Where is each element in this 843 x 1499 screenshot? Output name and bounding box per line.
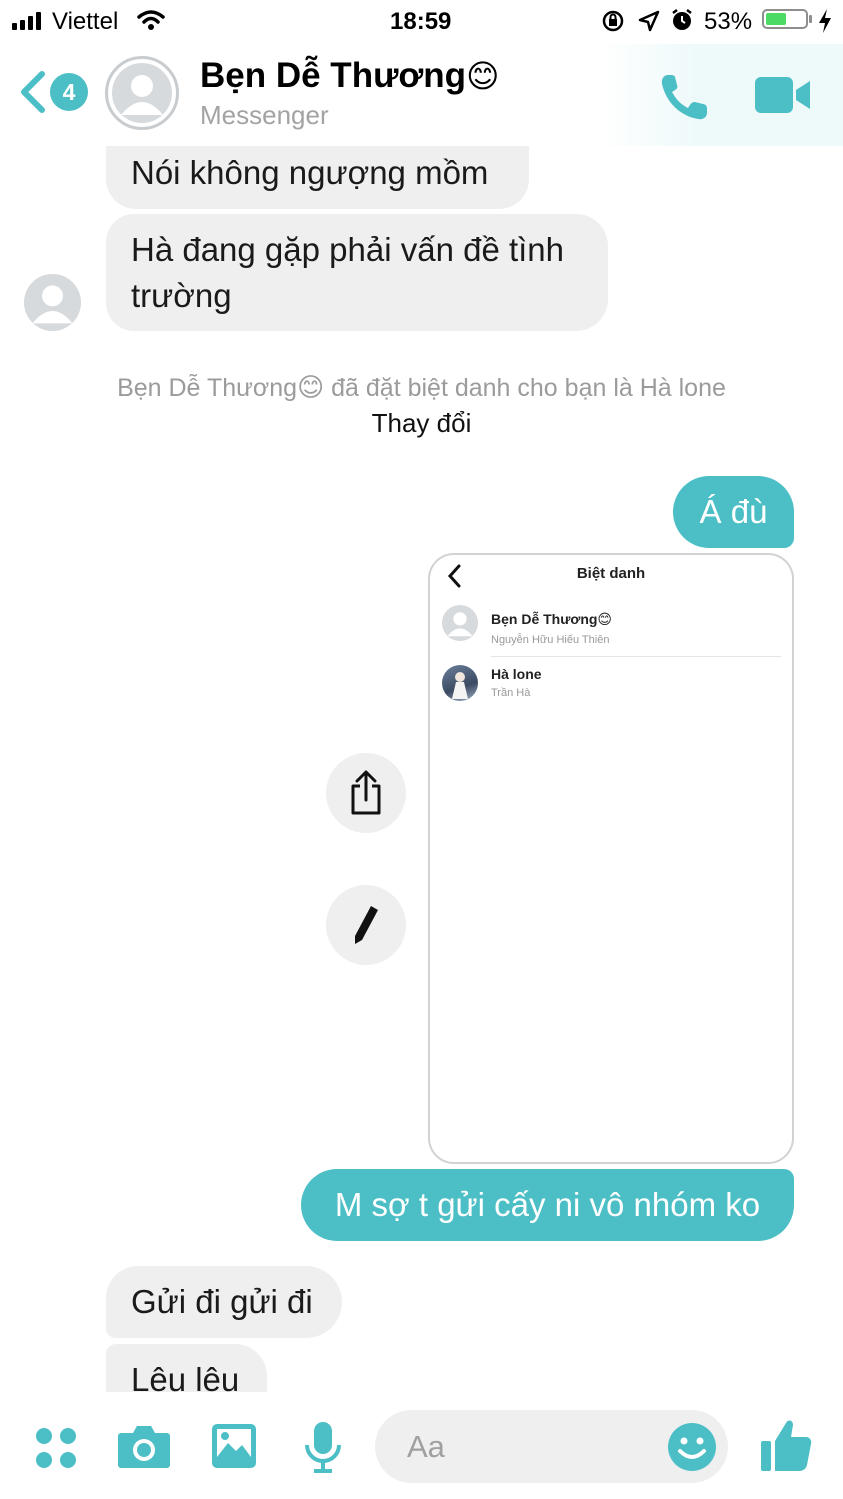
voice-button[interactable] (303, 1421, 343, 1473)
nickname-entry-subtitle: Trần Hà (491, 687, 531, 699)
smiley-icon (668, 1423, 716, 1471)
shared-screenshot-image[interactable]: Biệt danh Bẹn Dễ Thương😊 Nguyễn Hữu Hiếu… (428, 553, 794, 1164)
signal-icon (12, 12, 41, 30)
call-button[interactable] (658, 72, 710, 127)
unread-badge: 4 (50, 73, 88, 111)
message-text: M sợ t gửi cấy ni vô nhóm ko (334, 1186, 761, 1223)
person-icon (112, 63, 172, 123)
nickname-avatar-photo (442, 665, 478, 701)
battery-icon (762, 9, 808, 29)
battery-percent: 53% (704, 8, 753, 35)
chevron-left-icon (21, 71, 45, 113)
share-button[interactable] (326, 753, 406, 833)
back-button[interactable]: 4 (18, 70, 88, 114)
smile-emoji: 😊 (297, 372, 325, 402)
contact-subtitle: Messenger (200, 100, 329, 130)
screenshot-title: Biệt danh (576, 565, 646, 582)
nickname-entry-subtitle: Nguyễn Hữu Hiếu Thiên (491, 634, 610, 646)
image-icon (212, 1424, 256, 1468)
smile-emoji: 😊 (466, 58, 500, 94)
four-dots-icon (36, 1428, 76, 1468)
clock: 18:59 (390, 8, 452, 35)
contact-avatar[interactable] (105, 56, 179, 130)
charging-icon (818, 9, 832, 40)
location-icon (638, 10, 660, 39)
gallery-button[interactable] (211, 1423, 257, 1469)
emoji-button[interactable] (667, 1422, 717, 1477)
status-bar: Viettel 18:59 53% (0, 0, 843, 44)
change-nickname-link[interactable]: Thay đổi (0, 408, 843, 439)
video-camera-icon (755, 77, 810, 113)
wifi-icon (137, 9, 165, 38)
message-bubble-outgoing[interactable]: Á đù (673, 476, 794, 548)
message-bubble-incoming[interactable]: Gửi đi gửi đi (106, 1266, 342, 1338)
message-text: Á đù (699, 493, 768, 530)
video-call-button[interactable] (754, 76, 812, 119)
thumbs-up-icon (761, 1420, 812, 1471)
alarm-icon (670, 8, 694, 39)
message-bubble-incoming[interactable]: Hà đang gặp phải vấn đề tình trường (106, 214, 608, 331)
rotation-lock-icon (601, 9, 625, 40)
nickname-avatar (442, 605, 478, 641)
edit-button[interactable] (326, 885, 406, 965)
message-input-placeholder: Aa (407, 1429, 445, 1464)
camera-button[interactable] (117, 1423, 171, 1469)
phone-icon (661, 75, 707, 120)
contact-name[interactable]: Bẹn Dễ Thương 😊 (200, 56, 499, 96)
divider (491, 656, 781, 657)
more-apps-button[interactable] (33, 1425, 79, 1471)
message-text-line: trường (131, 277, 232, 314)
message-bubble-incoming[interactable]: Nói không ngượng mồm (106, 146, 529, 209)
pencil-icon (355, 906, 378, 944)
message-bubble-outgoing[interactable]: M sợ t gửi cấy ni vô nhóm ko (301, 1169, 794, 1241)
message-text: Gửi đi gửi đi (131, 1283, 313, 1320)
person-icon (24, 274, 81, 331)
nickname-system-notice: Bẹn Dễ Thương😊 đã đặt biệt danh cho bạn … (117, 372, 726, 402)
person-icon (442, 605, 478, 641)
camera-icon (118, 1426, 170, 1468)
chat-header: 4 Bẹn Dễ Thương 😊 Messenger (0, 44, 843, 146)
message-text: Nói không ngượng mồm (131, 154, 489, 191)
share-icon (351, 770, 381, 815)
like-button[interactable] (759, 1417, 813, 1473)
message-text-line: Hà đang gặp phải vấn đề tình (131, 231, 565, 268)
smile-emoji: 😊 (597, 611, 613, 627)
sender-avatar[interactable] (24, 274, 81, 331)
carrier-label: Viettel (52, 8, 119, 35)
message-input[interactable]: Aa (375, 1410, 728, 1483)
nickname-entry-title: Hà lone (491, 666, 542, 682)
nickname-entry-title: Bẹn Dễ Thương😊 (491, 611, 613, 627)
battery-cap (809, 15, 812, 23)
microphone-icon (305, 1422, 341, 1473)
